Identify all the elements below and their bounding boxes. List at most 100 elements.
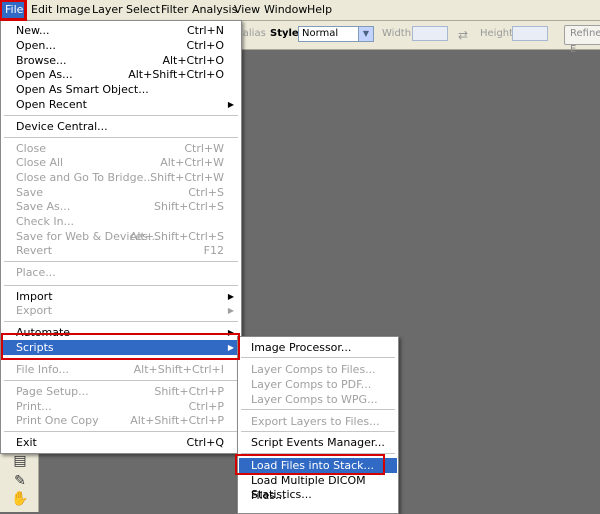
menu-item-import[interactable]: Import ▶ [2, 289, 240, 304]
menu-item-save: Save Ctrl+S [2, 185, 240, 200]
menu-item-layer-comps-to-pdf: Layer Comps to PDF... [239, 377, 397, 392]
menu-item-load-files-into-stack[interactable]: Load Files into Stack... [239, 458, 397, 473]
shortcut-label: F12 [203, 244, 224, 257]
menu-item-label: Place... [16, 266, 56, 279]
menu-item-revert: Revert F12 [2, 243, 240, 258]
file-menu: New... Ctrl+N Open... Ctrl+O Browse... Alt+Ct… [0, 20, 242, 454]
menu-item-label: Exit [16, 436, 37, 449]
menu-item-label: Scripts [16, 341, 54, 354]
menu-item-script-events-manager[interactable]: Script Events Manager... [239, 435, 397, 450]
menu-item-label: Automate [16, 326, 71, 339]
menu-separator [4, 380, 238, 381]
menu-item-label: Load Files into Stack... [251, 459, 375, 472]
menu-item-label: Export Layers to Files... [251, 415, 380, 428]
menu-item-label: Close All [16, 156, 64, 169]
eyedropper-tool-icon[interactable]: ✎ [10, 472, 30, 490]
height-label: Height: [480, 28, 517, 39]
submenu-arrow-icon: ▶ [227, 100, 234, 109]
menu-item-label: Layer Comps to Files... [251, 363, 376, 376]
menu-separator [241, 431, 395, 432]
menu-separator [241, 409, 395, 410]
menu-item-close-and-go-to-bridge: Close and Go To Bridge... Shift+Ctrl+W [2, 170, 240, 185]
menu-item-statistics[interactable]: Statistics... [239, 487, 397, 502]
menu-separator [4, 358, 238, 359]
menu-item-label: Layer Comps to WPG... [251, 393, 378, 406]
menu-item-label: Open As Smart Object... [16, 83, 149, 96]
shortcut-label: Shift+Ctrl+P [154, 385, 224, 398]
menu-item-new[interactable]: New... Ctrl+N [2, 23, 240, 38]
width-field[interactable] [412, 26, 448, 41]
menu-item-save-as: Save As... Shift+Ctrl+S [2, 199, 240, 214]
menu-item-label: Import [16, 290, 53, 303]
menu-item-label: Check In... [16, 215, 75, 228]
menu-separator [4, 431, 238, 432]
menu-item-scripts[interactable]: Scripts ▶ [2, 340, 240, 355]
menu-item-save-for-web-devices: Save for Web & Devices... Alt+Shift+Ctrl+… [2, 229, 240, 244]
menu-item-place: Place... [2, 265, 240, 280]
menu-item-layer-comps-to-wpg: Layer Comps to WPG... [239, 392, 397, 407]
menu-item-label: Layer Comps to PDF... [251, 378, 372, 391]
height-field[interactable] [512, 26, 548, 41]
menu-item-close: Close Ctrl+W [2, 141, 240, 156]
menu-separator [4, 261, 238, 262]
menu-item-label: Device Central... [16, 120, 108, 133]
menu-item-label: Print One Copy [16, 414, 99, 427]
menu-item-open-as[interactable]: Open As... Alt+Shift+Ctrl+O [2, 67, 240, 82]
menu-item-device-central[interactable]: Device Central... [2, 119, 240, 134]
menu-item-label: File Info... [16, 363, 70, 376]
hand-tool-icon[interactable]: ✋ [10, 490, 30, 508]
menu-item-label: Export [16, 304, 53, 317]
style-select[interactable]: Normal ▼ [298, 26, 374, 42]
shortcut-label: Ctrl+W [184, 142, 224, 155]
menu-item-page-setup: Page Setup... Shift+Ctrl+P [2, 384, 240, 399]
shortcut-label: Ctrl+O [186, 39, 224, 52]
options-bar: ialias Style: Normal ▼ Width: ⇄ Height: … [240, 21, 600, 55]
menu-item-label: Close [16, 142, 46, 155]
refine-edge-button[interactable]: Refine E [564, 25, 600, 55]
swap-icon[interactable]: ⇄ [458, 28, 468, 42]
shortcut-label: Alt+Shift+Ctrl+I [133, 363, 224, 376]
shortcut-label: Alt+Ctrl+W [160, 156, 224, 169]
menu-item-automate[interactable]: Automate ▶ [2, 325, 240, 340]
menu-help[interactable]: Help [302, 0, 337, 20]
menu-item-label: Save [16, 186, 44, 199]
menu-item-load-multiple-dicom-files[interactable]: Load Multiple DICOM Files... [239, 473, 397, 502]
shortcut-label: Shift+Ctrl+S [154, 200, 224, 213]
menu-item-browse[interactable]: Browse... Alt+Ctrl+O [2, 53, 240, 68]
menu-item-image-processor[interactable]: Image Processor... [239, 340, 397, 355]
menu-item-open[interactable]: Open... Ctrl+O [2, 38, 240, 53]
menu-item-print: Print... Ctrl+P [2, 399, 240, 414]
menu-item-label: Statistics... [251, 488, 312, 501]
shortcut-label: Ctrl+P [188, 400, 224, 413]
menu-separator [241, 453, 395, 454]
menu-file[interactable]: File [0, 0, 26, 20]
menu-item-open-as-smart-object[interactable]: Open As Smart Object... [2, 82, 240, 97]
menu-item-label: Revert [16, 244, 53, 257]
menu-item-open-recent[interactable]: Open Recent ▶ [2, 97, 240, 112]
shortcut-label: Shift+Ctrl+W [150, 171, 224, 184]
menu-item-exit[interactable]: Exit Ctrl+Q [2, 435, 240, 450]
menu-item-label: Open As... [16, 68, 73, 81]
notes-tool-icon[interactable]: ▤ [10, 452, 30, 470]
shortcut-label: Alt+Shift+Ctrl+P [130, 414, 224, 427]
menu-item-close-all: Close All Alt+Ctrl+W [2, 155, 240, 170]
menu-item-label: Browse... [16, 54, 67, 67]
style-value: Normal [302, 28, 339, 39]
menu-separator [4, 137, 238, 138]
menu-item-label: New... [16, 24, 50, 37]
shortcut-label: Alt+Shift+Ctrl+O [128, 68, 224, 81]
menu-item-print-one-copy: Print One Copy Alt+Shift+Ctrl+P [2, 413, 240, 428]
menu-separator [4, 115, 238, 116]
submenu-arrow-icon: ▶ [227, 328, 234, 337]
menu-item-export: Export ▶ [2, 303, 240, 318]
menu-item-label: Close and Go To Bridge... [16, 171, 154, 184]
menu-item-label: Open... [16, 39, 56, 52]
scripts-submenu: Image Processor... Layer Comps to Files..… [237, 336, 399, 514]
menu-item-export-layers-to-files: Export Layers to Files... [239, 414, 397, 429]
menu-item-file-info: File Info... Alt+Shift+Ctrl+I [2, 362, 240, 377]
menu-item-check-in: Check In... [2, 214, 240, 229]
menu-item-label: Page Setup... [16, 385, 89, 398]
width-label: Width: [382, 28, 415, 39]
submenu-arrow-icon: ▶ [227, 292, 234, 301]
shortcut-label: Ctrl+S [188, 186, 224, 199]
